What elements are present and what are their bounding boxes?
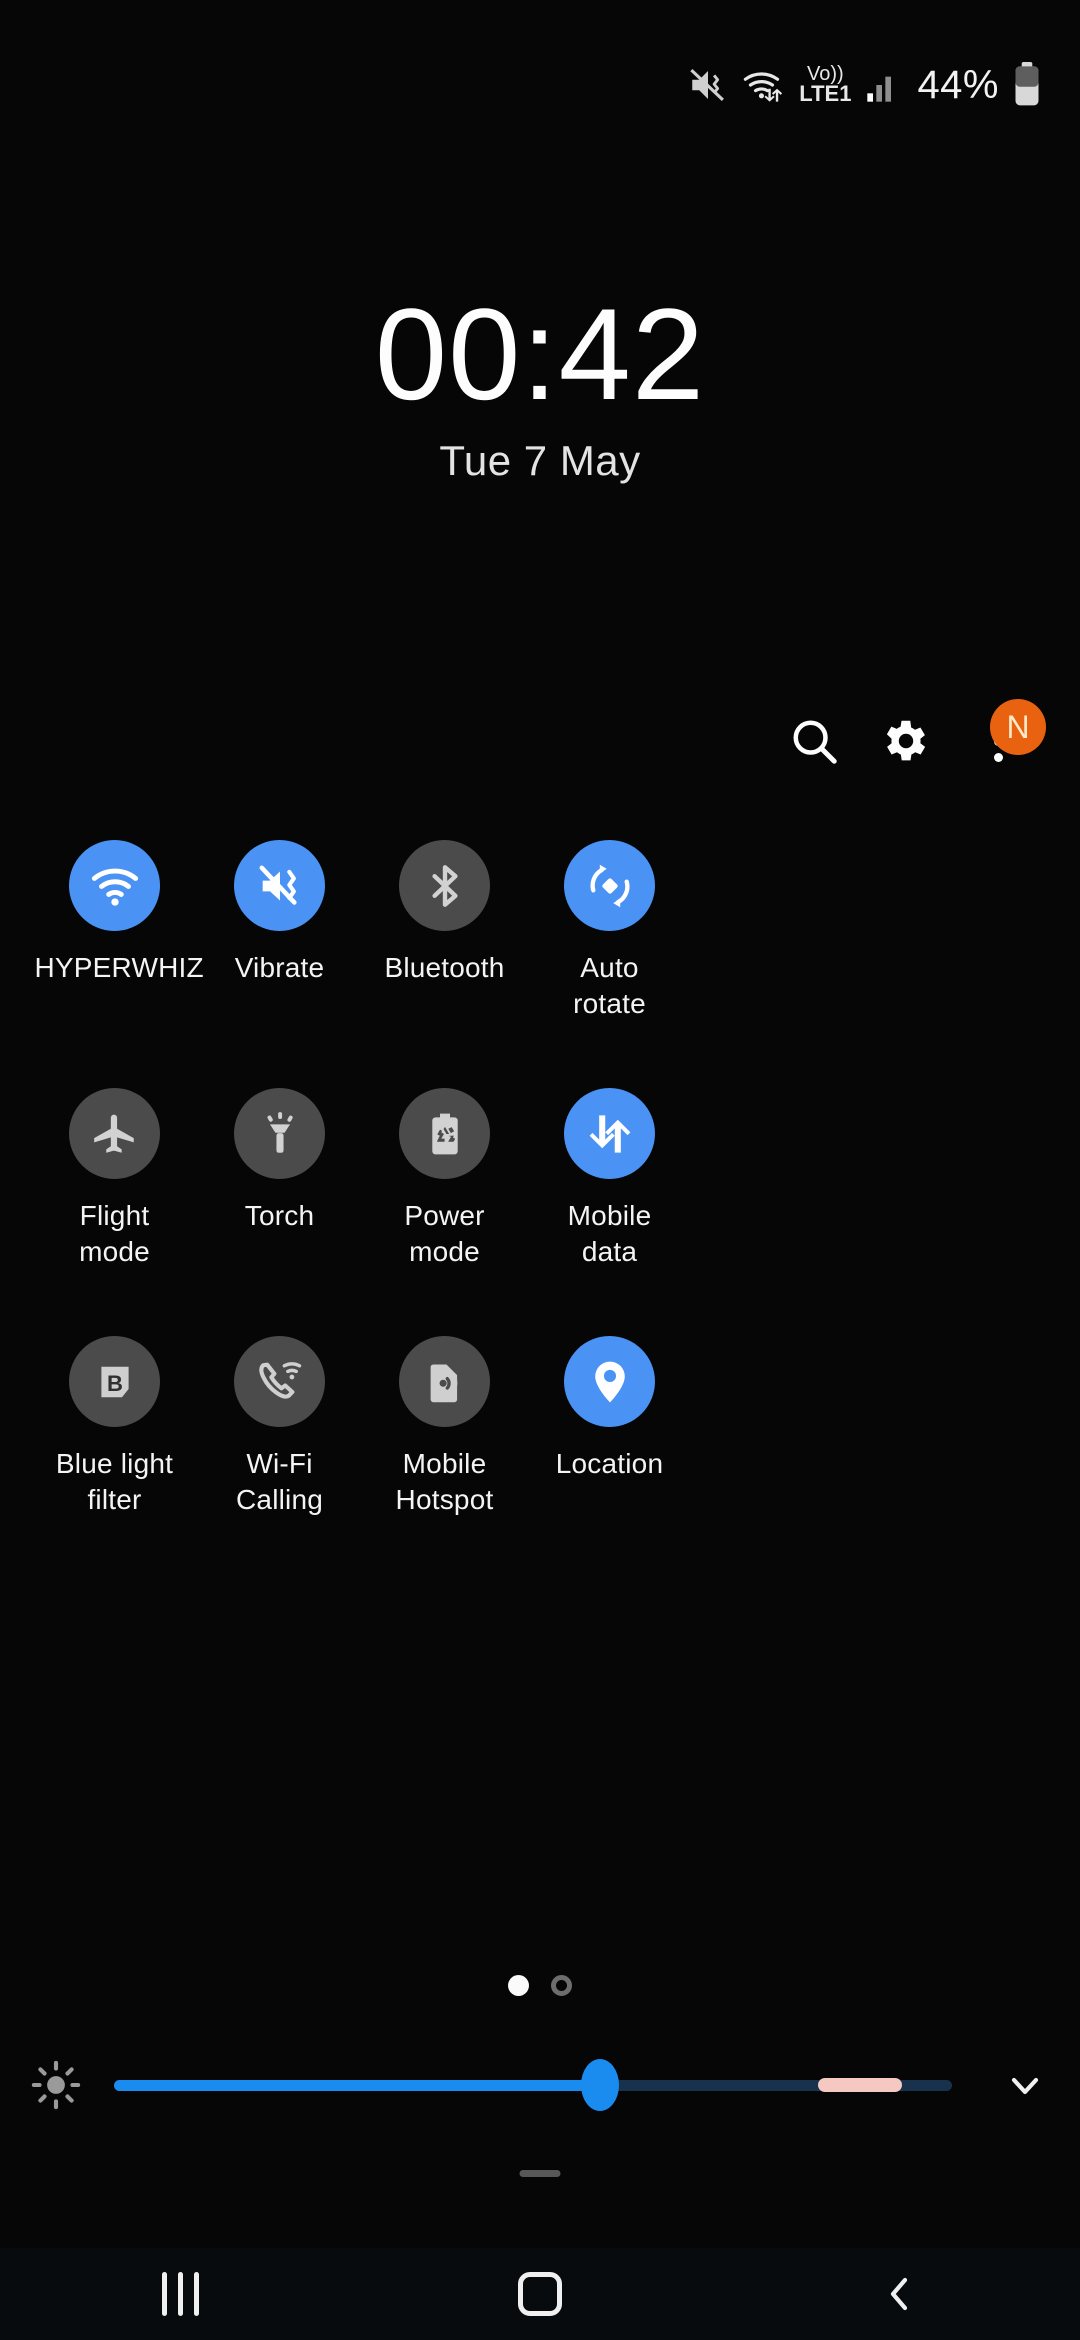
volte-icon: Vo)) LTE1 bbox=[799, 64, 852, 107]
quick-settings-actions: N bbox=[0, 695, 1080, 787]
battery-percent-text: 44% bbox=[917, 62, 999, 107]
tile-label: Torch bbox=[244, 1200, 315, 1231]
tile-auto-rotate[interactable]: Auto rotate bbox=[527, 840, 692, 1088]
tile-vibrate[interactable]: Vibrate bbox=[197, 840, 362, 1088]
recents-button[interactable] bbox=[90, 2248, 270, 2340]
tile-mobile-data[interactable]: Mobile data bbox=[527, 1088, 692, 1336]
tile-label: Vibrate bbox=[234, 952, 325, 983]
tile-label: HYPERWHIZ bbox=[34, 952, 204, 983]
recents-icon bbox=[161, 2272, 199, 2316]
svg-text:B: B bbox=[107, 1370, 123, 1395]
blue-light-icon: B bbox=[69, 1336, 160, 1427]
quick-settings-tile-grid: HYPERWHIZ Vibrate Bluetooth Auto rotate … bbox=[32, 840, 1048, 1584]
quick-settings-panel: Vo)) LTE1 44% 00:42 Tue 7 May N HYPERWHI… bbox=[0, 0, 1080, 2340]
volte-bottom-text: LTE1 bbox=[799, 81, 852, 107]
brightness-sun-icon bbox=[0, 2059, 112, 2111]
navigation-bar bbox=[0, 2248, 1080, 2340]
brightness-marker bbox=[817, 2078, 902, 2092]
brightness-fill bbox=[114, 2079, 601, 2091]
brightness-thumb[interactable] bbox=[581, 2059, 620, 2111]
gear-icon bbox=[886, 720, 926, 761]
bluetooth-icon bbox=[399, 840, 490, 931]
battery-icon bbox=[1012, 62, 1042, 108]
tile-wifi[interactable]: HYPERWHIZ bbox=[32, 840, 204, 1088]
clock-block: 00:42 Tue 7 May bbox=[0, 286, 1080, 485]
page-dot-2[interactable] bbox=[551, 1975, 572, 1996]
tile-blue-light-filter[interactable]: B Blue light filter bbox=[32, 1336, 197, 1584]
tile-torch[interactable]: Torch bbox=[197, 1088, 362, 1336]
tile-label: Location bbox=[555, 1448, 664, 1479]
home-button[interactable] bbox=[450, 2248, 630, 2340]
airplane-icon bbox=[69, 1088, 160, 1179]
tile-bluetooth[interactable]: Bluetooth bbox=[362, 840, 527, 1088]
status-bar: Vo)) LTE1 44% bbox=[0, 0, 1080, 170]
back-chevron-icon bbox=[890, 2277, 908, 2311]
vibrate-icon bbox=[234, 840, 325, 931]
signal-bars-icon bbox=[864, 65, 904, 105]
wifi-data-icon bbox=[742, 64, 786, 106]
power-mode-icon bbox=[399, 1088, 490, 1179]
page-indicator bbox=[0, 1975, 1080, 1996]
tile-label: Power mode bbox=[404, 1200, 485, 1267]
page-dot-1[interactable] bbox=[508, 1975, 529, 1996]
mobile-data-icon bbox=[564, 1088, 655, 1179]
tile-wifi-calling[interactable]: Wi-Fi Calling bbox=[197, 1336, 362, 1584]
tile-label: Blue light filter bbox=[55, 1448, 174, 1515]
tile-label: Bluetooth bbox=[384, 952, 505, 983]
tile-label: Flight mode bbox=[79, 1200, 150, 1267]
status-badge: N bbox=[990, 699, 1046, 755]
tile-power-mode[interactable]: Power mode bbox=[362, 1088, 527, 1336]
tile-mobile-hotspot[interactable]: Mobile Hotspot bbox=[362, 1336, 527, 1584]
tile-location[interactable]: Location bbox=[527, 1336, 692, 1584]
auto-rotate-icon bbox=[564, 840, 655, 931]
tile-label: Wi-Fi Calling bbox=[236, 1448, 323, 1515]
brightness-row bbox=[0, 2055, 1080, 2115]
tile-label: Mobile Hotspot bbox=[395, 1448, 494, 1515]
search-icon bbox=[793, 720, 837, 764]
search-button[interactable] bbox=[768, 695, 860, 787]
settings-button[interactable] bbox=[860, 695, 952, 787]
clock-time: 00:42 bbox=[374, 281, 706, 427]
back-button[interactable] bbox=[810, 2248, 990, 2340]
tile-label: Mobile data bbox=[567, 1200, 652, 1267]
vibrate-icon bbox=[687, 64, 729, 106]
overflow-menu-button[interactable]: N bbox=[952, 695, 1046, 787]
chevron-down-icon bbox=[1011, 2077, 1039, 2095]
tile-flight-mode[interactable]: Flight mode bbox=[32, 1088, 197, 1336]
location-pin-icon bbox=[564, 1336, 655, 1427]
home-icon bbox=[518, 2272, 562, 2316]
wifi-icon bbox=[69, 840, 160, 931]
expand-brightness-button[interactable] bbox=[970, 2061, 1080, 2109]
clock-date: Tue 7 May bbox=[439, 436, 641, 484]
panel-drag-handle[interactable] bbox=[519, 2170, 561, 2177]
tile-label: Auto rotate bbox=[573, 952, 646, 1019]
hotspot-icon bbox=[399, 1336, 490, 1427]
wifi-calling-icon bbox=[234, 1336, 325, 1427]
flashlight-icon bbox=[234, 1088, 325, 1179]
brightness-slider[interactable] bbox=[114, 2059, 952, 2111]
